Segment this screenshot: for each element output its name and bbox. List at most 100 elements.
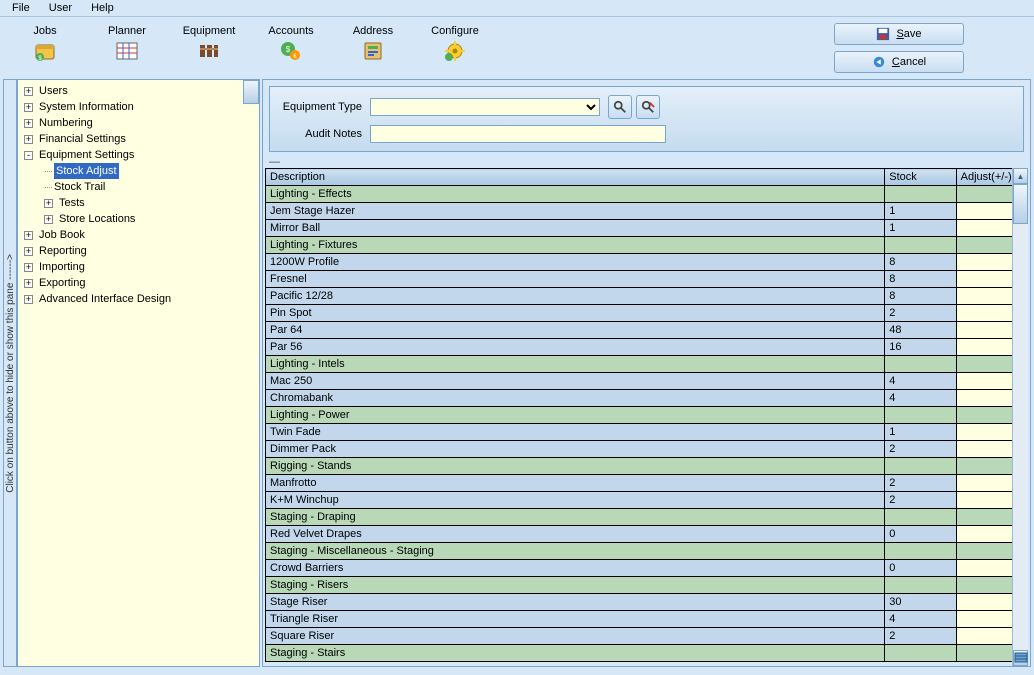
expand-icon[interactable]: + (24, 231, 33, 240)
tree-item[interactable]: +Tests (20, 195, 257, 211)
cell-stock: 8 (885, 288, 956, 305)
hide-pane-label: Click on button above to hide or show th… (5, 254, 16, 493)
category-row[interactable]: Staging - Draping (266, 509, 1028, 526)
col-description[interactable]: Description (266, 169, 885, 186)
item-row[interactable]: 1200W Profile8 (266, 254, 1028, 271)
search-clear-button[interactable] (636, 95, 660, 119)
grid-scrollbar[interactable]: ▲ ▼ (1012, 168, 1028, 666)
cell-stock: 1 (885, 424, 956, 441)
item-row[interactable]: Red Velvet Drapes0 (266, 526, 1028, 543)
item-row[interactable]: Pacific 12/288 (266, 288, 1028, 305)
menu-help[interactable]: Help (83, 0, 122, 16)
category-row[interactable]: Staging - Miscellaneous - Staging (266, 543, 1028, 560)
tree-item[interactable]: +Advanced Interface Design (20, 291, 257, 307)
tree-item[interactable]: -Equipment Settings (20, 147, 257, 163)
scroll-thumb[interactable] (1013, 184, 1028, 224)
expand-icon[interactable]: + (24, 279, 33, 288)
item-row[interactable]: Dimmer Pack2 (266, 441, 1028, 458)
expand-icon[interactable]: + (44, 199, 53, 208)
item-row[interactable]: K+M Winchup2 (266, 492, 1028, 509)
tree-item[interactable]: ····Stock Trail (20, 179, 257, 195)
col-stock[interactable]: Stock (885, 169, 956, 186)
cell-description: Twin Fade (266, 424, 885, 441)
item-row[interactable]: Crowd Barriers0 (266, 560, 1028, 577)
item-row[interactable]: Twin Fade1 (266, 424, 1028, 441)
nav-tree[interactable]: +Users+System Information+Numbering+Fina… (17, 79, 260, 667)
category-row[interactable]: Lighting - Effects (266, 186, 1028, 203)
item-row[interactable]: Par 5616 (266, 339, 1028, 356)
search-button[interactable] (608, 95, 632, 119)
item-row[interactable]: Mac 2504 (266, 373, 1028, 390)
tree-item[interactable]: +Numbering (20, 115, 257, 131)
menu-file[interactable]: File (4, 0, 38, 16)
category-row[interactable]: Staging - Stairs (266, 645, 1028, 662)
toolbar-jobs[interactable]: Jobs $ (10, 23, 80, 65)
menubar: File User Help (0, 0, 1034, 17)
toolbar-address[interactable]: Address (338, 23, 408, 65)
save-button[interactable]: Save (834, 23, 964, 45)
tree-item[interactable]: +System Information (20, 99, 257, 115)
toolbar-equipment[interactable]: Equipment (174, 23, 244, 65)
tree-item[interactable]: + Importing (20, 259, 257, 275)
tree-item-label: Importing (39, 259, 85, 275)
tree-item[interactable]: +Store Locations (20, 211, 257, 227)
item-row[interactable]: Jem Stage Hazer1 (266, 203, 1028, 220)
cell-stock: 4 (885, 390, 956, 407)
tree-item[interactable]: ····Stock Adjust (20, 163, 257, 179)
toolbar-planner[interactable]: Planner (92, 23, 162, 65)
expand-icon[interactable]: + (24, 87, 33, 96)
category-row[interactable]: Lighting - Power (266, 407, 1028, 424)
expand-icon[interactable]: + (24, 295, 33, 304)
tree-item[interactable]: +Exporting (20, 275, 257, 291)
cancel-button[interactable]: Cancel (834, 51, 964, 73)
item-row[interactable]: Manfrotto2 (266, 475, 1028, 492)
tree-item[interactable]: +Job Book (20, 227, 257, 243)
collapse-toggle[interactable]: — (263, 158, 1030, 168)
cell-description: Mirror Ball (266, 220, 885, 237)
stock-grid[interactable]: Description Stock Adjust(+/-) Lighting -… (265, 168, 1028, 662)
category-row[interactable]: Lighting - Intels (266, 356, 1028, 373)
cell-description: Red Velvet Drapes (266, 526, 885, 543)
cell-stock (885, 356, 956, 373)
category-row[interactable]: Rigging - Stands (266, 458, 1028, 475)
toolbar-accounts[interactable]: Accounts $€ (256, 23, 326, 65)
item-row[interactable]: Fresnel8 (266, 271, 1028, 288)
tree-item[interactable]: +Reporting (20, 243, 257, 259)
expand-icon[interactable]: + (44, 215, 53, 224)
category-row[interactable]: Lighting - Fixtures (266, 237, 1028, 254)
cell-description: Lighting - Intels (266, 356, 885, 373)
collapse-icon[interactable]: - (24, 151, 33, 160)
toolbar-jobs-label: Jobs (33, 25, 56, 37)
tree-scroll-thumb[interactable] (243, 80, 259, 104)
expand-icon[interactable]: + (24, 119, 33, 128)
toolbar-accounts-label: Accounts (268, 25, 313, 37)
cell-description: Pin Spot (266, 305, 885, 322)
scroll-up-icon[interactable]: ▲ (1013, 168, 1028, 184)
item-row[interactable]: Triangle Riser4 (266, 611, 1028, 628)
expand-icon[interactable]: + (24, 263, 33, 272)
tree-item[interactable]: +Financial Settings (20, 131, 257, 147)
category-row[interactable]: Staging - Risers (266, 577, 1028, 594)
cell-description: Chromabank (266, 390, 885, 407)
expand-icon[interactable]: + (24, 103, 33, 112)
item-row[interactable]: Square Riser2 (266, 628, 1028, 645)
configure-icon (443, 39, 467, 63)
toolbar-configure[interactable]: Configure (420, 23, 490, 65)
audit-notes-input[interactable] (370, 125, 666, 143)
cell-description: Staging - Draping (266, 509, 885, 526)
item-row[interactable]: Mirror Ball1 (266, 220, 1028, 237)
menu-user[interactable]: User (41, 0, 80, 16)
expand-icon[interactable]: + (24, 135, 33, 144)
item-row[interactable]: Stage Riser30 (266, 594, 1028, 611)
cell-description: Par 64 (266, 322, 885, 339)
tree-item[interactable]: +Users (20, 83, 257, 99)
item-row[interactable]: Chromabank4 (266, 390, 1028, 407)
item-row[interactable]: Pin Spot2 (266, 305, 1028, 322)
expand-icon[interactable]: + (24, 247, 33, 256)
hide-pane-strip[interactable]: Click on button above to hide or show th… (3, 79, 17, 667)
equipment-icon (197, 39, 221, 63)
item-row[interactable]: Par 6448 (266, 322, 1028, 339)
cell-stock (885, 577, 956, 594)
equipment-type-select[interactable] (370, 98, 600, 116)
tree-branch-icon: ···· (44, 179, 52, 195)
